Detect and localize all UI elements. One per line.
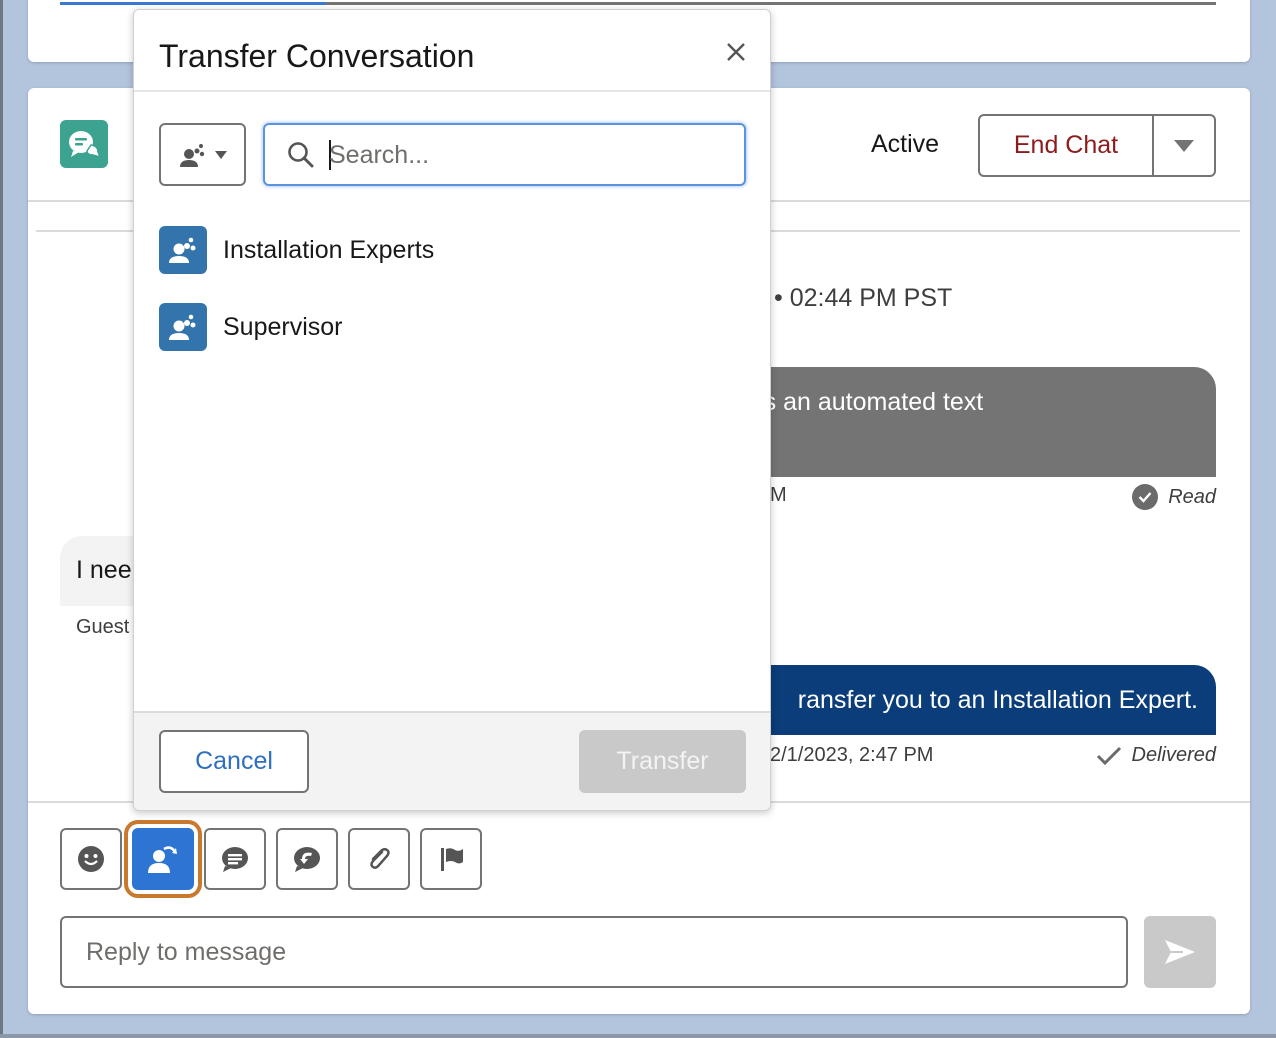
dialog-header: Transfer Conversation (134, 10, 770, 92)
close-icon (727, 43, 745, 61)
conversation-timestamp: • 02:44 PM PST (774, 284, 953, 312)
emoji-icon (78, 846, 104, 872)
close-button[interactable] (720, 36, 752, 68)
message-text: I nee (76, 556, 132, 584)
knowledge-icon (294, 847, 320, 872)
chevron-down-icon (1174, 139, 1194, 152)
flag-button[interactable] (420, 828, 482, 890)
chat-logo-icon (60, 120, 108, 168)
progress-fill (60, 2, 326, 5)
queue-group-icon (179, 143, 204, 167)
message-text: ransfer you to an Installation Expert. (797, 686, 1198, 714)
emoji-button[interactable] (60, 828, 122, 890)
search-field (263, 123, 746, 186)
attachment-icon (370, 847, 390, 869)
end-chat-button[interactable]: End Chat (980, 116, 1154, 175)
status-text: Read (1168, 485, 1216, 508)
chevron-down-icon (214, 150, 227, 159)
knowledge-button[interactable] (276, 828, 338, 890)
read-check-icon (1132, 484, 1159, 510)
transfer-button-disabled[interactable]: Transfer (579, 730, 746, 793)
chat-status: Active (871, 130, 940, 158)
result-label: Installation Experts (223, 235, 435, 264)
result-item-installation-experts[interactable]: Installation Experts (159, 226, 434, 274)
queue-group-icon (159, 303, 207, 351)
composer-toolbar (60, 828, 482, 890)
progress-bar (60, 2, 1216, 5)
dialog-footer: Cancel Transfer (134, 711, 770, 810)
message-status: Read (1132, 484, 1216, 510)
result-item-supervisor[interactable]: Supervisor (159, 303, 343, 351)
search-input[interactable] (329, 131, 729, 179)
end-chat-button-group: End Chat (978, 114, 1216, 177)
guest-sender-label: Guest (76, 616, 130, 638)
window-edge (0, 0, 3, 1038)
message-time: M (770, 484, 787, 506)
transfer-type-filter[interactable] (159, 123, 246, 186)
flag-icon (441, 848, 463, 871)
delivered-check-icon (1096, 746, 1121, 765)
search-icon (288, 142, 314, 168)
status-text: Delivered (1131, 744, 1216, 766)
send-button[interactable] (1144, 916, 1216, 988)
queue-group-icon (159, 226, 207, 274)
quick-text-button[interactable] (204, 828, 266, 890)
dialog-title: Transfer Conversation (159, 38, 475, 74)
result-label: Supervisor (223, 312, 343, 341)
transfer-button[interactable] (132, 828, 194, 890)
cancel-button[interactable]: Cancel (159, 730, 309, 793)
send-icon (1165, 940, 1195, 964)
transfer-icon (148, 846, 177, 873)
window-edge (0, 1034, 1276, 1038)
message-status: Delivered (1096, 744, 1216, 767)
end-chat-menu-button[interactable] (1154, 116, 1214, 175)
message-time: 2/1/2023, 2:47 PM (770, 744, 934, 766)
transfer-conversation-dialog: Transfer Conversation Search... Installa… (133, 9, 771, 811)
attachment-button[interactable] (348, 828, 410, 890)
quick-text-icon (222, 847, 248, 872)
reply-input[interactable] (60, 916, 1128, 988)
